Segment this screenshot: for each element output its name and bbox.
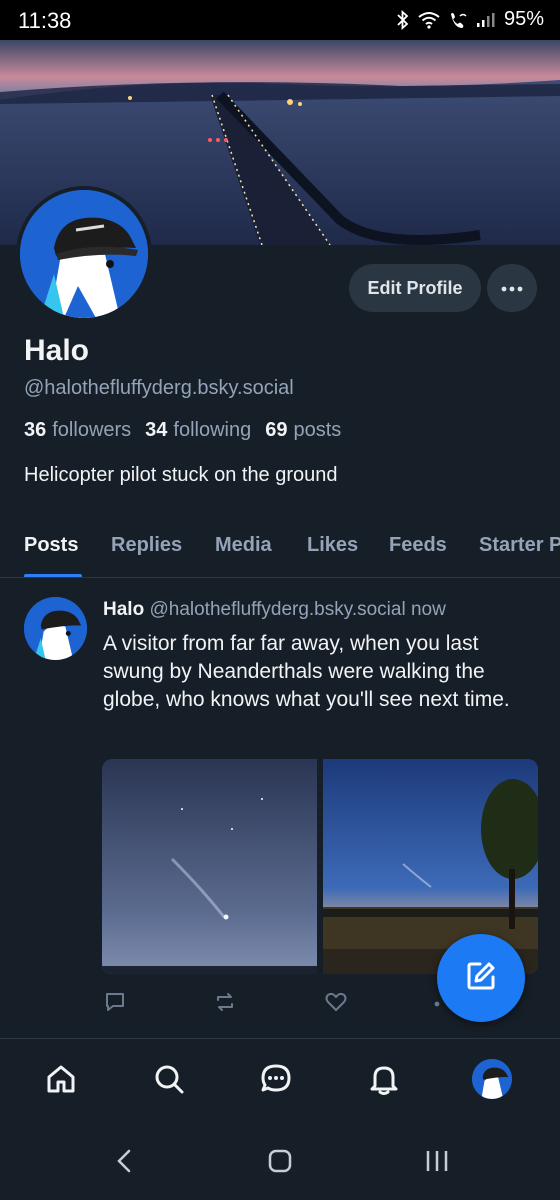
display-name: Halo	[24, 334, 90, 367]
profile-bio: Helicopter pilot stuck on the ground	[24, 464, 338, 486]
home-icon[interactable]	[41, 1059, 81, 1099]
profile-stats: 36 followers 34 following 69 posts	[24, 419, 341, 442]
profile-tabs: Posts Replies Media Likes Feeds Starter …	[0, 520, 560, 578]
repost-icon[interactable]	[213, 990, 237, 1019]
following-stat[interactable]: 34 following	[145, 419, 251, 442]
status-bar: 11:38 95%	[0, 0, 560, 40]
status-time: 11:38	[18, 8, 72, 33]
tab-posts[interactable]: Posts	[24, 534, 78, 557]
status-icons: 95%	[396, 8, 544, 31]
post-image-1[interactable]	[102, 759, 317, 974]
more-icon[interactable]	[432, 996, 442, 1014]
compose-button[interactable]	[437, 934, 525, 1022]
profile-avatar[interactable]	[16, 186, 152, 322]
tab-replies[interactable]: Replies	[111, 534, 182, 557]
post-author-name[interactable]: Halo	[103, 599, 144, 620]
tab-feeds[interactable]: Feeds	[389, 534, 447, 557]
posts-stat: 69 posts	[265, 419, 342, 441]
tab-media[interactable]: Media	[215, 534, 272, 557]
wifi-calling-icon	[448, 11, 468, 29]
tab-likes[interactable]: Likes	[307, 534, 358, 557]
signal-icon	[476, 12, 496, 28]
profile-handle: @halothefluffyderg.bsky.social	[24, 377, 294, 399]
tab-starter-packs[interactable]: Starter Packs	[479, 534, 560, 557]
followers-stat[interactable]: 36 followers	[24, 419, 131, 442]
battery-text: 95%	[503, 8, 544, 30]
recents-icon[interactable]	[424, 1148, 450, 1179]
edit-profile-button[interactable]: Edit Profile	[349, 264, 481, 312]
ellipsis-icon	[501, 279, 523, 297]
active-tab-indicator	[24, 574, 82, 577]
profile-more-button[interactable]	[487, 264, 537, 312]
system-nav	[0, 1122, 560, 1200]
compose-icon	[464, 959, 498, 998]
chat-icon[interactable]	[256, 1059, 296, 1099]
post-time: now	[410, 599, 446, 620]
post-author-avatar[interactable]	[24, 597, 87, 660]
post-author-handle[interactable]: @halothefluffyderg.bsky.social	[149, 599, 405, 620]
back-icon[interactable]	[114, 1148, 134, 1179]
home-button-icon[interactable]	[267, 1148, 293, 1179]
like-icon[interactable]	[324, 990, 348, 1019]
search-icon[interactable]	[149, 1059, 189, 1099]
post-header: Halo @halothefluffyderg.bsky.social now	[103, 599, 446, 621]
wifi-icon	[418, 11, 440, 29]
post-text: A visitor from far far away, when you la…	[103, 632, 510, 711]
bluetooth-icon	[396, 9, 410, 30]
bell-icon[interactable]	[364, 1059, 404, 1099]
profile-avatar-nav[interactable]	[472, 1059, 512, 1099]
reply-icon[interactable]	[103, 990, 127, 1019]
bottom-nav	[0, 1038, 560, 1122]
